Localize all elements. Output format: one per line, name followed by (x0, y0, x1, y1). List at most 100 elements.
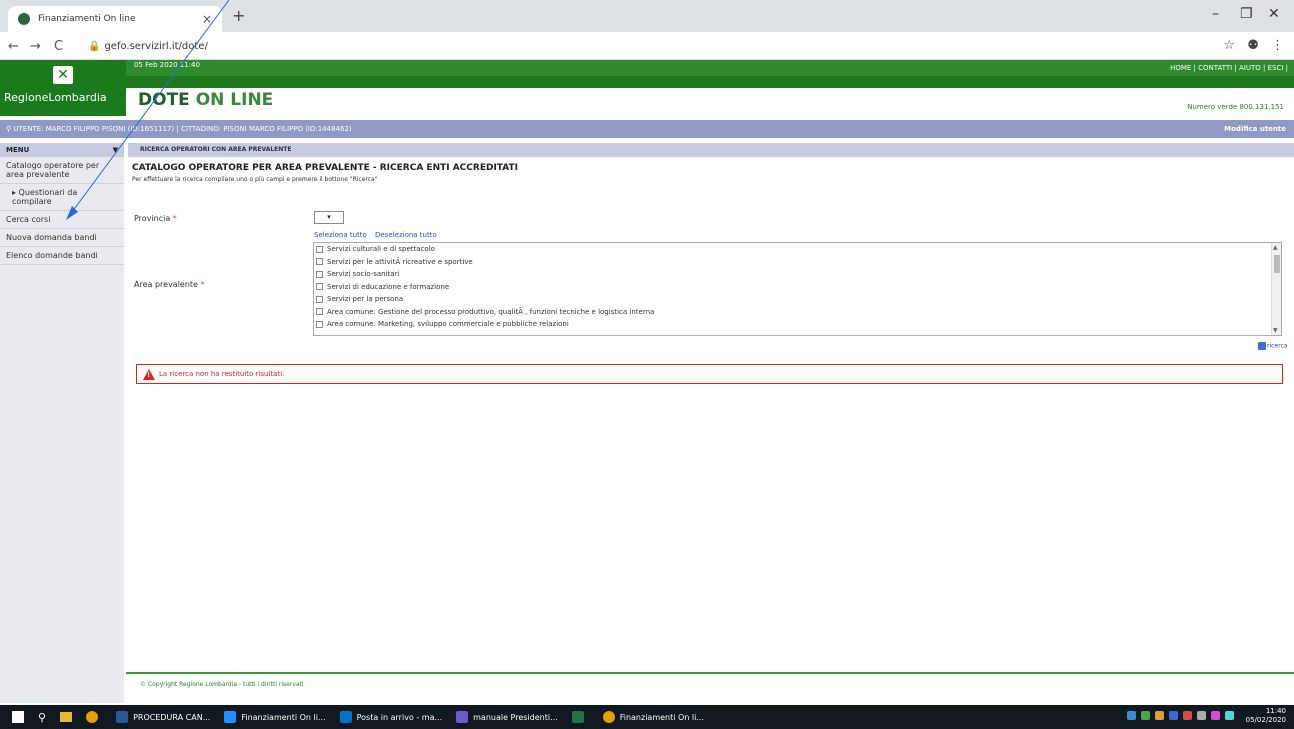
close-tab-icon[interactable]: × (202, 12, 212, 26)
user-info-text: UTENTE: MARCO FILIPPO PISONI (ID:1651117… (13, 125, 352, 133)
search-icon (1258, 342, 1266, 350)
browser-tab-bar: Finanziamenti On line × + – ❐ ✕ (0, 0, 1294, 32)
window-close-icon[interactable]: ✕ (1268, 6, 1280, 22)
list-item[interactable]: Servizi socio-sanitari (314, 268, 1281, 281)
tray-icon[interactable] (1183, 711, 1192, 720)
checkbox[interactable] (316, 270, 323, 278)
list-item[interactable]: Servizi per la persona (314, 293, 1281, 306)
outlook-icon (339, 711, 352, 723)
select-all-link[interactable]: Seleziona tutto (314, 231, 367, 239)
chevron-down-icon: ▼ (112, 146, 118, 154)
taskbar-item[interactable]: Finanziamenti On li... (602, 711, 704, 723)
scroll-up-icon[interactable]: ▲ (1273, 244, 1278, 251)
provincia-select[interactable]: ▾ (314, 211, 344, 224)
list-scrollbar[interactable]: ▲ ▼ (1271, 243, 1281, 335)
list-item[interactable]: Servizi per le attivitÃ ricreative e spo… (314, 256, 1281, 269)
search-icon[interactable]: ⚲ (38, 711, 46, 724)
reload-icon[interactable]: C (54, 39, 63, 54)
numero-verde: Numero verde 800.131.151 (1187, 103, 1284, 111)
ricerca-label: ricerca (1267, 342, 1288, 350)
page-title: CATALOGO OPERATORE PER AREA PREVALENTE -… (132, 163, 518, 173)
url-text: gefo.servizirl.it/dote/ (104, 41, 208, 52)
header-links[interactable]: HOME | CONTATTI | AIUTO | ESCI | (1170, 60, 1288, 76)
ricerca-button[interactable]: ricerca (1258, 342, 1287, 350)
browser-toolbar-icons: ☆ ⚉ ⋮ (1223, 38, 1284, 53)
scroll-down-icon[interactable]: ▼ (1273, 327, 1278, 334)
required-mark: * (172, 214, 177, 223)
maximize-icon[interactable]: ❐ (1240, 6, 1253, 22)
breadcrumb: RICERCA OPERATORI CON AREA PREVALENTE (128, 143, 1294, 157)
more-menu-icon[interactable]: ⋮ (1271, 38, 1284, 53)
bookmark-star-icon[interactable]: ☆ (1223, 38, 1235, 53)
taskbar-label: Posta in arrivo - ma... (356, 712, 443, 722)
checkbox[interactable] (316, 245, 323, 253)
area-label-text: Servizi per le attivitÃ ricreative e spo… (327, 257, 473, 266)
sidebar-item-cerca-corsi[interactable]: Cerca corsi (0, 211, 124, 229)
sidebar-item-catalogo[interactable]: Catalogo operatore per area prevalente (0, 157, 124, 184)
browser-tab[interactable]: Finanziamenti On line × (8, 6, 222, 32)
selection-links: Seleziona tutto Deseleziona tutto (314, 231, 443, 239)
checkbox[interactable] (316, 283, 323, 291)
area-checklist: Servizi culturali e di spettacolo Serviz… (313, 242, 1282, 336)
tray-icon[interactable] (1141, 711, 1150, 720)
file-explorer-icon[interactable] (60, 712, 73, 722)
checkbox[interactable] (316, 308, 323, 316)
account-icon[interactable]: ⚉ (1247, 38, 1259, 53)
app-title-dote: DOTE (138, 90, 190, 110)
clock-date: 05/02/2020 (1245, 716, 1286, 724)
taskbar-item[interactable]: Finanziamenti On li... (224, 711, 326, 723)
area-label-text: Servizi per la persona (327, 295, 404, 304)
footer-divider (126, 672, 1294, 674)
checkbox[interactable] (316, 320, 323, 328)
minimize-icon[interactable]: – (1212, 6, 1219, 22)
list-item[interactable]: Area comune: Marketing, sviluppo commerc… (314, 318, 1281, 331)
list-item[interactable]: Servizi di educazione e formazione (314, 281, 1281, 294)
tray-icon[interactable] (1225, 711, 1234, 720)
area-label-text: Area prevalente (134, 280, 198, 289)
chrome-icon[interactable] (86, 711, 99, 723)
sidebar-item-questionari[interactable]: ▸ Questionari da compilare (0, 184, 124, 211)
logo-text: RegioneLombardia (4, 91, 107, 104)
back-icon[interactable]: ← (8, 39, 19, 54)
system-tray (1122, 711, 1234, 720)
taskbar-item[interactable] (571, 711, 589, 723)
checkbox[interactable] (316, 258, 323, 266)
url-field[interactable]: 🔒 gefo.servizirl.it/dote/ (88, 41, 208, 52)
forward-icon[interactable]: → (30, 39, 41, 54)
menu-label: MENU (6, 146, 30, 154)
taskbar-label: Finanziamenti On li... (241, 712, 326, 722)
tray-icon[interactable] (1211, 711, 1220, 720)
app-header (129, 88, 1290, 116)
windows-start-icon[interactable] (12, 711, 24, 723)
new-tab-button[interactable]: + (232, 6, 245, 25)
taskbar-item[interactable]: manuale Presidenti... (456, 711, 558, 723)
tray-icon[interactable] (1155, 711, 1164, 720)
copyright: © Copyright Regione Lombardia - tutti i … (140, 681, 304, 688)
regione-logo-icon: ✕ (53, 66, 73, 84)
tray-icon[interactable] (1127, 711, 1136, 720)
modifica-utente-link[interactable]: Modifica utente (1224, 120, 1286, 138)
taskbar-label: manuale Presidenti... (473, 712, 558, 722)
taskbar-item[interactable]: Posta in arrivo - ma... (339, 711, 443, 723)
intro-text: Per effettuare la ricerca compilare uno … (132, 176, 378, 183)
warning-icon (143, 369, 155, 380)
app-title: DOTE ON LINE (138, 90, 273, 110)
tray-icon[interactable] (1197, 711, 1206, 720)
tray-icon[interactable] (1169, 711, 1178, 720)
list-item[interactable]: Area comune: Gestione del processo produ… (314, 306, 1281, 319)
taskbar-clock[interactable]: 11:40 05/02/2020 (1246, 707, 1286, 725)
scroll-thumb[interactable] (1274, 255, 1280, 273)
chrome-icon (602, 711, 615, 723)
checkbox[interactable] (316, 295, 323, 303)
list-item[interactable]: Servizi culturali e di spettacolo (314, 243, 1281, 256)
deselect-all-link[interactable]: Deseleziona tutto (375, 231, 437, 239)
sidebar-item-nuova-domanda[interactable]: Nuova domanda bandi (0, 229, 124, 247)
taskbar-item[interactable]: PROCEDURA CAN... (116, 711, 210, 723)
site-favicon-icon (18, 13, 30, 25)
sidebar-item-elenco-domande[interactable]: Elenco domande bandi (0, 247, 124, 265)
header-datetime: 05 Feb 2020 11:40 (134, 61, 200, 69)
sidebar: MENU ▼ Catalogo operatore per area preva… (0, 143, 124, 703)
provincia-label: Provincia * (134, 214, 177, 223)
menu-header[interactable]: MENU ▼ (0, 143, 124, 157)
tab-title: Finanziamenti On line (38, 14, 136, 24)
